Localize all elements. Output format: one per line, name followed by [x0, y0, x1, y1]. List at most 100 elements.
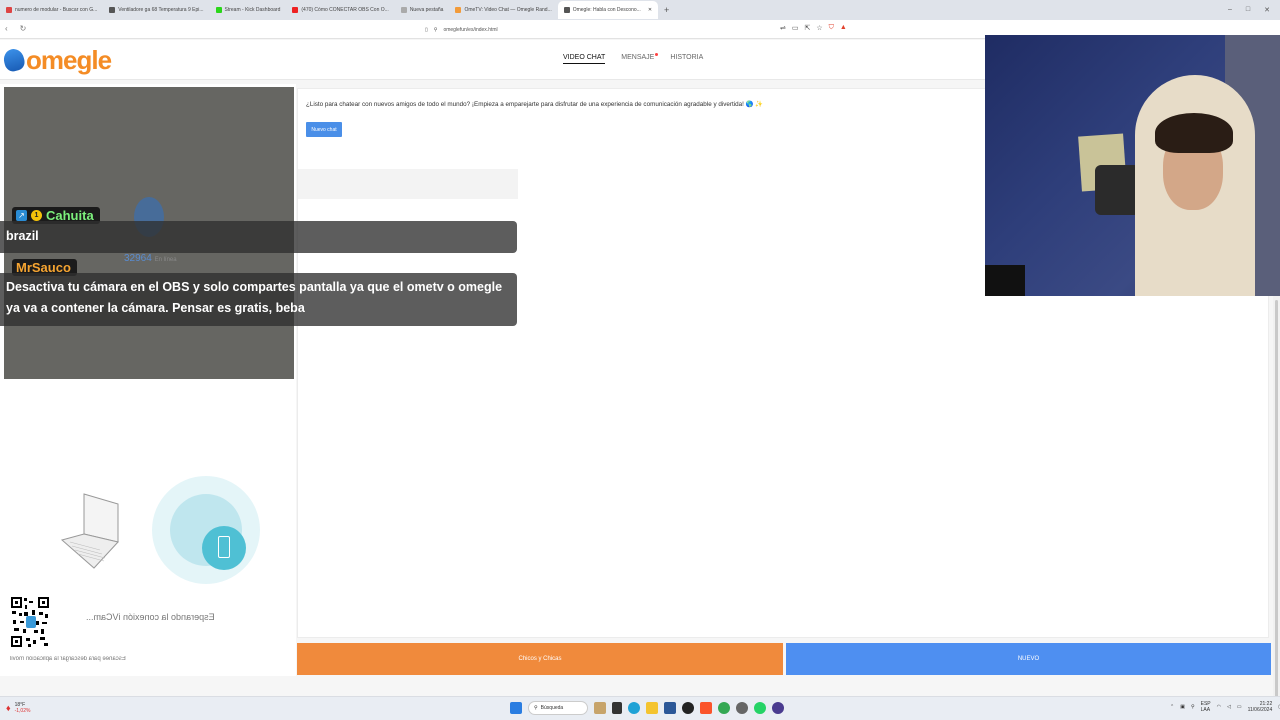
- save-icon[interactable]: ▭: [792, 24, 799, 32]
- reload-icon[interactable]: ↻: [20, 24, 27, 33]
- obs-icon[interactable]: [682, 702, 694, 714]
- gender-filter-button[interactable]: Chicos y Chicas: [297, 643, 783, 675]
- window-controls: – □ ✕: [1228, 6, 1280, 14]
- browser-tab[interactable]: Nueva pestaña: [395, 1, 450, 19]
- tab-favicon: [400, 7, 407, 13]
- browser-tab[interactable]: (470) Cómo CONECTAR OBS Con O...: [286, 1, 394, 19]
- tray-chevron-icon[interactable]: ⌃: [1170, 704, 1174, 710]
- weather-widget[interactable]: ♦ 18°F -1,02%: [6, 702, 30, 714]
- translate-icon[interactable]: ⇌: [780, 24, 786, 32]
- chat-input-area[interactable]: [298, 169, 518, 199]
- qr-caption: Escanee para descargar la aplicación móv…: [10, 656, 126, 662]
- ring: [170, 494, 246, 570]
- webcam-lamp: [985, 265, 1025, 296]
- tab-favicon: [215, 7, 222, 13]
- browser-tab[interactable]: Ventiladore ga 68 Temperatura 9 Epi...: [103, 1, 209, 19]
- store-icon[interactable]: [664, 702, 676, 714]
- volume-icon[interactable]: ◁: [1227, 704, 1231, 710]
- stream-chat-message: Desactiva tu cámara en el OBS y solo com…: [0, 273, 517, 326]
- clock-date: 11/06/2024: [1247, 707, 1273, 713]
- browser-tab-bar: numero de modular - Buscar con G... Vent…: [0, 0, 1280, 20]
- whatsapp-icon[interactable]: [754, 702, 766, 714]
- language-sub: LAA: [1200, 707, 1211, 713]
- battery-icon[interactable]: ▭: [1237, 704, 1242, 710]
- ring-inner: [202, 526, 246, 570]
- url-actions: ⇌ ▭ ⇱ ☆ ⛉ ▲: [780, 24, 847, 32]
- back-arrow-icon[interactable]: ‹: [5, 24, 8, 33]
- close-window-button[interactable]: ✕: [1264, 6, 1270, 14]
- qr-code[interactable]: [10, 596, 50, 648]
- tab-favicon: [563, 7, 570, 13]
- weather-text: 18°F -1,02%: [15, 702, 31, 714]
- page-icon: ▯: [425, 26, 428, 33]
- edge-icon[interactable]: [628, 702, 640, 714]
- taskbar-apps: ⚲ Búsqueda: [510, 701, 784, 715]
- site-nav: VIDEO CHAT MENSAJE HISTORIA: [563, 53, 703, 64]
- webcam-overlay: [985, 35, 1280, 296]
- online-count: 32964 En línea: [124, 253, 177, 264]
- tab-favicon: [455, 7, 462, 13]
- weather-icon: ♦: [6, 703, 11, 713]
- phone-icon: [218, 536, 230, 558]
- language-indicator[interactable]: ESP LAA: [1201, 701, 1211, 713]
- nav-mensaje[interactable]: MENSAJE: [621, 53, 659, 64]
- sub-badge: 1: [31, 210, 42, 221]
- system-tray: ⌃ ▣ ⚲ ESPLAA ◠ ◁ ▭ 21:2211/06/2024 ▢: [1170, 701, 1280, 713]
- file-explorer-icon[interactable]: [646, 702, 658, 714]
- omegle-logo-icon: [1, 46, 27, 74]
- clock[interactable]: 21:22 11/06/2024: [1248, 701, 1273, 713]
- online-count-number: 32964: [124, 253, 152, 264]
- search-label: Búsqueda: [540, 705, 564, 711]
- tray-icon[interactable]: ⚲: [1191, 704, 1195, 710]
- online-count-suffix: En línea: [154, 257, 177, 263]
- app-icon[interactable]: [772, 702, 784, 714]
- webcam-person-hair: [1155, 113, 1233, 153]
- app-icon[interactable]: [736, 702, 748, 714]
- rewards-icon[interactable]: ▲: [840, 24, 847, 32]
- stream-chat-message: brazil: [0, 221, 517, 253]
- browser-tab[interactable]: OmeTV: Video Chat — Omegle Rand...: [449, 1, 557, 19]
- new-chat-button[interactable]: Nuevo chat: [306, 122, 342, 137]
- task-view-icon[interactable]: [612, 702, 622, 714]
- browser-tab[interactable]: Stream - Kick Dashboard: [210, 1, 287, 19]
- nav-mensaje-label: MENSAJE: [621, 54, 655, 61]
- scrollbar-thumb[interactable]: [1275, 300, 1278, 720]
- chrome-icon[interactable]: [718, 702, 730, 714]
- browser-tab[interactable]: numero de modular - Buscar con G...: [0, 1, 103, 19]
- widget-icon[interactable]: [594, 702, 606, 714]
- url-text: omeglefun/es/index.html: [443, 26, 498, 33]
- share-icon[interactable]: ⇱: [805, 24, 811, 32]
- weather-sub: -1,02%: [14, 708, 31, 714]
- tab-favicon: [292, 7, 299, 13]
- webcam-chair: [1095, 165, 1140, 215]
- taskbar: ♦ 18°F -1,02% ⚲ Búsqueda ⌃ ▣ ⚲ ESP LAA ◠ ◁ …: [0, 696, 1280, 720]
- windows-start-icon[interactable]: [510, 702, 522, 714]
- taskbar-search[interactable]: ⚲ Búsqueda: [528, 701, 588, 715]
- next-button[interactable]: NUEVO: [786, 643, 1271, 675]
- wifi-icon[interactable]: ◠: [1217, 704, 1221, 710]
- minimize-button[interactable]: –: [1228, 6, 1232, 14]
- chat-intro-text: ¿Listo para chatear con nuevos amigos de…: [306, 101, 764, 108]
- logo-text: omegle: [26, 44, 112, 75]
- tab-favicon: [6, 7, 12, 13]
- tab-close-icon[interactable]: ✕: [648, 7, 652, 13]
- new-tab-button[interactable]: +: [658, 5, 675, 15]
- tray-icon[interactable]: ▣: [1180, 704, 1185, 710]
- tab-favicon: [109, 7, 116, 13]
- omegle-logo[interactable]: omegle: [1, 44, 112, 75]
- phone-connect-icon: [152, 476, 260, 584]
- maximize-button[interactable]: □: [1246, 6, 1250, 14]
- laptop-icon: [60, 493, 119, 569]
- site-info-icon[interactable]: ⚲: [434, 27, 438, 33]
- brave-shield-icon[interactable]: ⛉: [829, 24, 834, 32]
- brave-icon[interactable]: [700, 702, 712, 714]
- star-icon[interactable]: ☆: [816, 24, 822, 32]
- nav-video-chat[interactable]: VIDEO CHAT: [563, 54, 606, 64]
- notification-dot: [655, 53, 659, 56]
- waiting-connection-text: Esperando la conexión iVCam...: [86, 612, 215, 622]
- nav-historia[interactable]: HISTORIA: [670, 54, 703, 64]
- search-icon: ⚲: [534, 705, 538, 711]
- browser-tab-active[interactable]: Omegle: Habla con Descono... ✕: [557, 1, 659, 19]
- verified-badge-icon: ↗: [16, 210, 27, 221]
- nav-buttons: ‹ ↻: [5, 24, 26, 33]
